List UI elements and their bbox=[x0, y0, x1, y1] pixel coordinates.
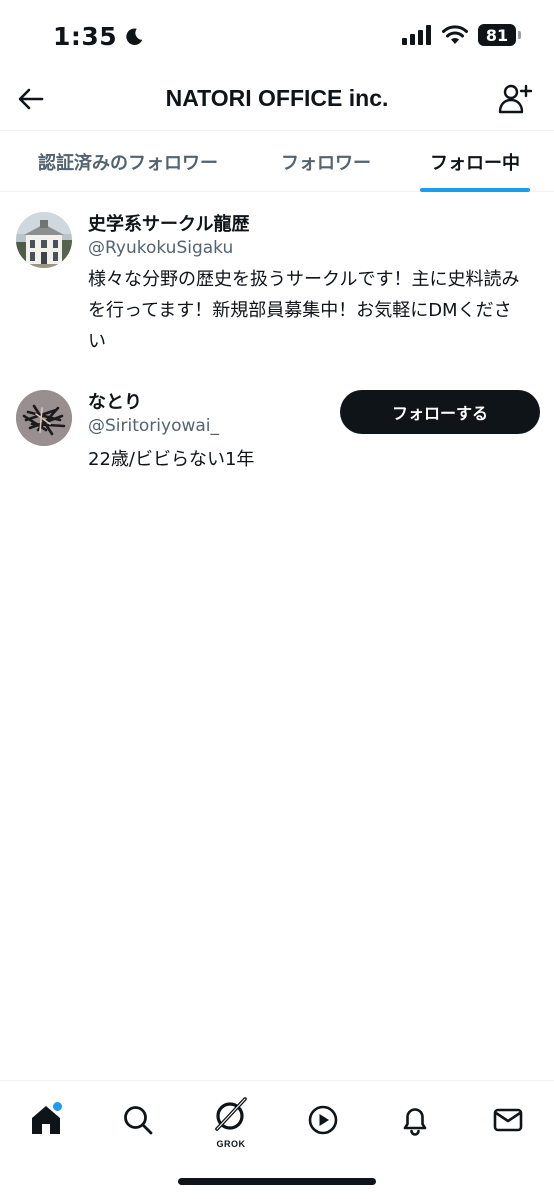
moon-icon bbox=[126, 27, 143, 45]
tab-bar: 認証済みのフォロワー フォロワー フォロー中 bbox=[0, 130, 554, 192]
status-bar: 1:35 81 bbox=[0, 0, 554, 70]
user-name: 史学系サークル龍歴 bbox=[88, 214, 250, 235]
tab-followers[interactable]: フォロワー bbox=[256, 131, 396, 192]
page-title: NATORI OFFICE inc. bbox=[165, 85, 389, 111]
battery-indicator: 81 bbox=[478, 24, 521, 46]
tab-label: フォロワー bbox=[281, 152, 371, 174]
add-user-button[interactable] bbox=[496, 80, 534, 118]
status-time: 1:35 bbox=[53, 22, 145, 51]
user-bio: 様々な分野の歴史を扱うサークルです！主に史料読みを行ってます！新規部員募集中！お… bbox=[88, 269, 520, 352]
status-time-text: 1:35 bbox=[53, 22, 118, 51]
home-indicator[interactable] bbox=[178, 1178, 376, 1185]
header: NATORI OFFICE inc. bbox=[0, 70, 554, 130]
nav-home[interactable] bbox=[21, 1095, 71, 1145]
avatar[interactable] bbox=[16, 390, 72, 446]
status-indicators: 81 bbox=[402, 24, 521, 46]
signal-icon bbox=[402, 25, 431, 45]
nav-search[interactable] bbox=[113, 1095, 163, 1145]
video-icon bbox=[308, 1105, 338, 1135]
user-handle: @Siritoriyowai_ bbox=[88, 416, 220, 436]
user-name: なとり bbox=[88, 392, 142, 413]
nav-messages[interactable] bbox=[483, 1095, 533, 1145]
add-user-icon bbox=[498, 84, 532, 114]
list-item[interactable]: なとり @Siritoriyowai_ 22歳/ビビらない1年 フォローする bbox=[0, 372, 554, 482]
tab-following[interactable]: フォロー中 bbox=[396, 131, 554, 192]
building-photo-icon bbox=[16, 212, 72, 268]
wifi-icon bbox=[442, 25, 468, 44]
notifications-icon bbox=[403, 1108, 427, 1136]
notification-dot bbox=[52, 1101, 63, 1112]
avatar[interactable] bbox=[16, 212, 72, 268]
grok-icon bbox=[215, 1097, 247, 1131]
nav-notifications[interactable] bbox=[390, 1095, 440, 1145]
scribble-photo-icon bbox=[16, 390, 72, 446]
battery-level: 81 bbox=[485, 25, 509, 45]
tab-verified-followers[interactable]: 認証済みのフォロワー bbox=[0, 131, 256, 192]
user-bio: 22歳/ビビらない1年 bbox=[88, 449, 255, 470]
nav-video[interactable] bbox=[298, 1095, 348, 1145]
follow-button[interactable]: フォローする bbox=[340, 390, 540, 434]
nav-grok[interactable]: GROK bbox=[206, 1095, 256, 1149]
tab-label: フォロー中 bbox=[430, 152, 520, 174]
list-item[interactable]: 史学系サークル龍歴 @RyukokuSigaku 様々な分野の歴史を扱うサークル… bbox=[0, 192, 554, 362]
messages-icon bbox=[493, 1108, 523, 1132]
grok-label: GROK bbox=[216, 1139, 246, 1149]
tab-label: 認証済みのフォロワー bbox=[38, 152, 218, 174]
user-handle: @RyukokuSigaku bbox=[88, 238, 234, 258]
search-icon bbox=[124, 1106, 153, 1135]
